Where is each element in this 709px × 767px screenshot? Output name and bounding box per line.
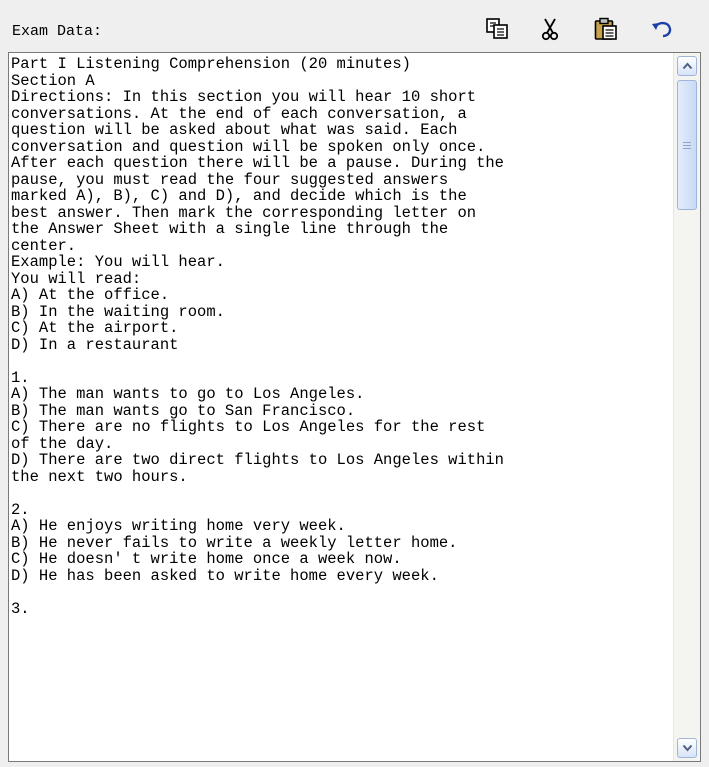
copy-icon <box>486 18 508 39</box>
exam-data-panel: Exam Data: Part I Listening Comprehensio… <box>0 0 709 767</box>
scroll-down-button[interactable] <box>677 738 697 758</box>
scroll-up-button[interactable] <box>677 56 697 76</box>
cut-button[interactable] <box>532 11 568 47</box>
chevron-up-icon <box>682 62 692 70</box>
vertical-scrollbar[interactable] <box>673 53 700 761</box>
exam-data-textarea[interactable]: Part I Listening Comprehension (20 minut… <box>8 52 701 762</box>
exam-data-text[interactable]: Part I Listening Comprehension (20 minut… <box>11 56 671 617</box>
scrollbar-thumb[interactable] <box>677 80 697 210</box>
undo-button[interactable] <box>644 11 680 47</box>
exam-data-label: Exam Data: <box>12 23 103 40</box>
paste-icon <box>594 17 617 40</box>
paste-button[interactable] <box>588 11 624 47</box>
grip-icon <box>683 140 691 151</box>
chevron-down-icon <box>682 744 692 752</box>
undo-icon <box>652 21 672 38</box>
header-bar: Exam Data: <box>0 0 709 50</box>
copy-button[interactable] <box>479 11 515 47</box>
cut-icon <box>541 18 559 41</box>
